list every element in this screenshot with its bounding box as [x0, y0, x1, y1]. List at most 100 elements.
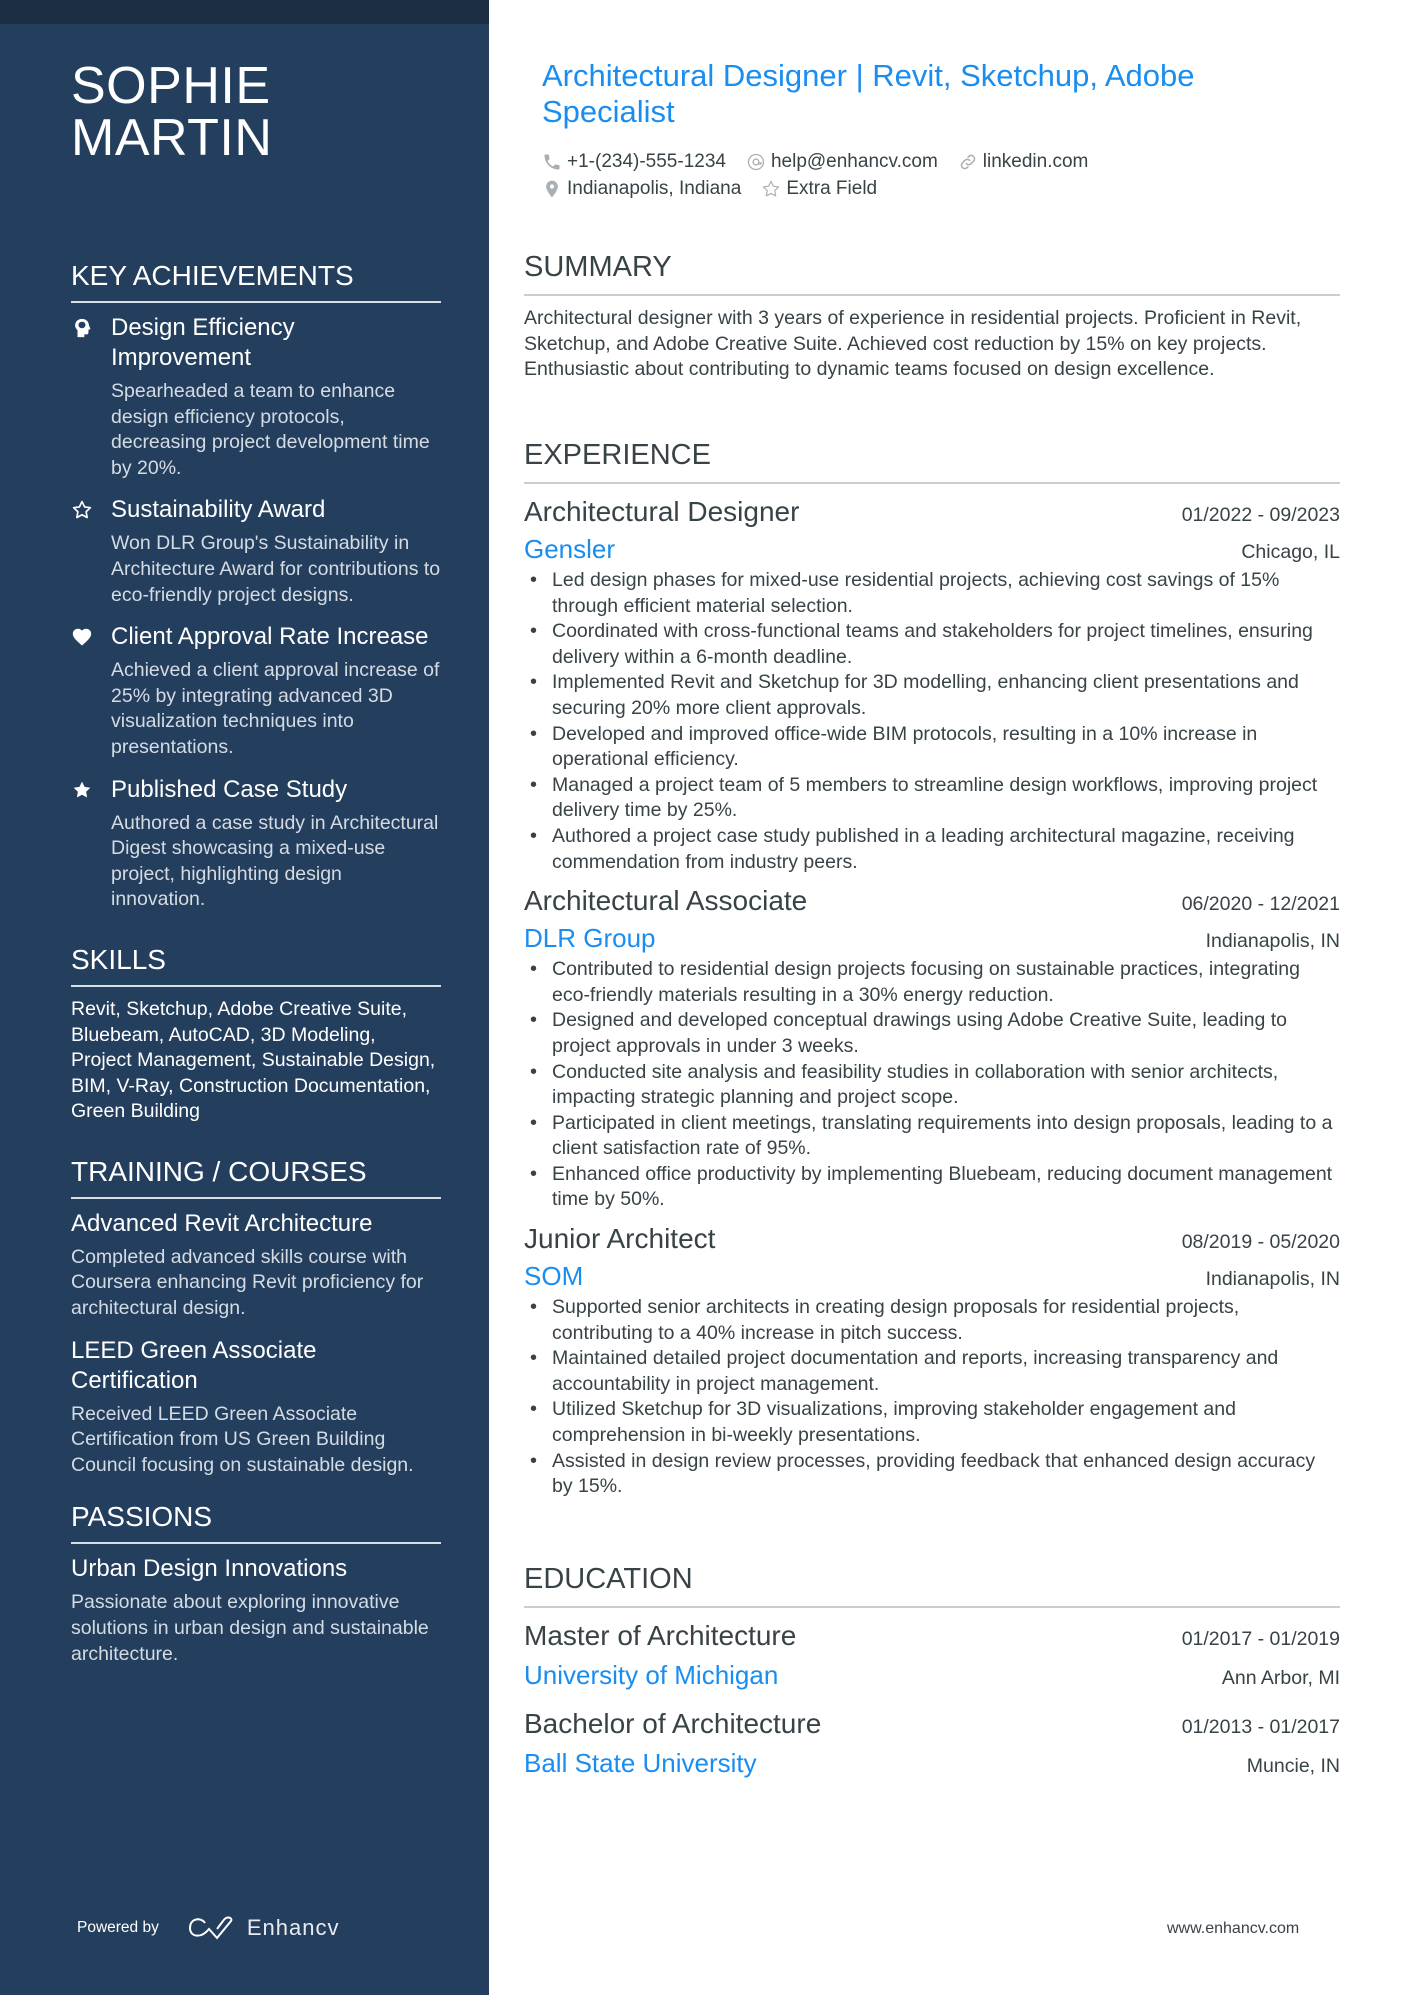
- job-title: Architectural Designer: [524, 496, 800, 527]
- brain-head-icon: [71, 313, 111, 481]
- phone-text: +1-(234)-555-1234: [567, 151, 726, 172]
- edu-location: Ann Arbor, MI: [1221, 1667, 1340, 1689]
- job-title: Architectural Associate: [524, 885, 808, 917]
- skills-section: SKILLS Revit, Sketchup, Adobe Creative S…: [71, 943, 441, 1125]
- key-achievements-section: KEY ACHIEVEMENTS Design Efficiency Impro…: [71, 259, 441, 913]
- job-bullet: Managed a project team of 5 members to s…: [524, 773, 1340, 824]
- training-heading: TRAINING / COURSES: [71, 1155, 441, 1199]
- contact-location: Indianapolis, Indiana: [542, 175, 741, 202]
- job-bullet: Conducted site analysis and feasibility …: [524, 1060, 1340, 1111]
- job-entry: Junior Architect 08/2019 - 05/2020 SOM I…: [524, 1221, 1340, 1500]
- star-outline-icon: [71, 495, 111, 608]
- job-entry: Architectural Associate 06/2020 - 12/202…: [524, 883, 1340, 1213]
- location-text: Indianapolis, Indiana: [567, 178, 742, 199]
- achievement-description: Achieved a client approval increase of 2…: [111, 659, 440, 758]
- link-text: linkedin.com: [982, 151, 1089, 172]
- job-company: DLR Group: [524, 923, 656, 954]
- enhancv-brand[interactable]: Enhancv: [247, 1915, 340, 1941]
- job-bullet: Authored a project case study published …: [524, 824, 1340, 875]
- education-section: EDUCATION Master of Architecture 01/2017…: [524, 1562, 1340, 1794]
- edu-degree: Bachelor of Architecture: [524, 1708, 822, 1739]
- edu-school: University of Michigan: [524, 1660, 779, 1690]
- headline: Architectural Designer | Revit, Sketchup…: [542, 58, 1195, 129]
- achievement-title: Design Efficiency Improvement: [111, 314, 295, 371]
- course-description: Completed advanced skills course with Co…: [71, 1245, 424, 1320]
- job-location: Chicago, IL: [1241, 541, 1340, 563]
- job-bullet: Participated in client meetings, transla…: [524, 1111, 1340, 1162]
- top-strip: [0, 0, 489, 24]
- edu-location: Muncie, IN: [1246, 1755, 1340, 1777]
- achievement-title: Sustainability Award: [111, 496, 326, 524]
- course-title: LEED Green Associate Certification: [71, 1336, 317, 1394]
- contact-info: +1-(234)-555-1234 help@enhancv.com linke…: [542, 148, 1342, 202]
- heart-icon: [71, 622, 111, 760]
- achievement-item: Sustainability Award Won DLR Group's Sus…: [71, 495, 441, 608]
- job-company: Gensler: [524, 534, 616, 564]
- phone-icon: [544, 154, 560, 169]
- achievement-item: Client Approval Rate Increase Achieved a…: [71, 622, 441, 760]
- contact-extra: Extra Field: [761, 175, 877, 202]
- job-title: Junior Architect: [524, 1223, 716, 1255]
- summary-text: Architectural designer with 3 years of e…: [524, 307, 1302, 381]
- job-bullets: Contributed to residential design projec…: [524, 957, 1340, 1213]
- sidebar: SOPHIE MARTIN KEY ACHIEVEMENTS Design Ef…: [0, 0, 489, 1995]
- contact-phone[interactable]: +1-(234)-555-1234: [542, 148, 726, 175]
- star-filled-icon: [71, 775, 111, 913]
- job-bullet: Supported senior architects in creating …: [524, 1295, 1340, 1346]
- passion-description: Passionate about exploring innovative so…: [71, 1591, 429, 1665]
- contact-row: Indianapolis, Indiana Extra Field: [542, 175, 1342, 202]
- edu-school: Ball State University: [524, 1748, 757, 1778]
- extra-text: Extra Field: [786, 178, 878, 199]
- contact-email[interactable]: help@enhancv.com: [746, 148, 938, 175]
- job-dates: 06/2020 - 12/2021: [1181, 893, 1340, 916]
- training-section: TRAINING / COURSES Advanced Revit Archit…: [71, 1155, 441, 1479]
- job-bullets: Led design phases for mixed-use resident…: [524, 568, 1340, 875]
- sidebar-content: SOPHIE MARTIN KEY ACHIEVEMENTS Design Ef…: [71, 60, 441, 1681]
- experience-heading: EXPERIENCE: [524, 438, 1340, 484]
- job-bullet: Utilized Sketchup for 3D visualizations,…: [524, 1397, 1340, 1448]
- edu-degree: Master of Architecture: [524, 1620, 797, 1651]
- passion-item: Urban Design Innovations Passionate abou…: [71, 1554, 441, 1667]
- email-text: help@enhancv.com: [770, 151, 938, 172]
- star-outline-icon: [763, 180, 780, 196]
- achievement-title: Published Case Study: [111, 775, 348, 803]
- job-bullet: Designed and developed conceptual drawin…: [524, 1008, 1340, 1059]
- education-heading: EDUCATION: [524, 1562, 1340, 1608]
- skills-heading: SKILLS: [71, 943, 441, 987]
- job-bullet: Maintained detailed project documentatio…: [524, 1346, 1340, 1397]
- summary-section: SUMMARY Architectural designer with 3 ye…: [524, 250, 1340, 383]
- job-location: Indianapolis, IN: [1205, 930, 1340, 953]
- edu-dates: 01/2013 - 01/2017: [1181, 1716, 1340, 1738]
- footer-url[interactable]: www.enhancv.com: [1167, 1920, 1299, 1938]
- enhancv-logo-icon: [188, 1916, 233, 1940]
- job-bullets: Supported senior architects in creating …: [524, 1295, 1340, 1500]
- job-bullet: Implemented Revit and Sketchup for 3D mo…: [524, 670, 1340, 721]
- name-last: MARTIN: [71, 109, 273, 167]
- passion-title: Urban Design Innovations: [71, 1555, 348, 1583]
- at-sign-icon: [747, 153, 765, 170]
- passions-heading: PASSIONS: [71, 1500, 441, 1545]
- achievement-description: Spearheaded a team to enhance design eff…: [111, 380, 430, 479]
- name-first: SOPHIE: [71, 57, 271, 115]
- powered-by-label: Powered by: [77, 1919, 159, 1936]
- key-achievements-heading: KEY ACHIEVEMENTS: [71, 259, 441, 303]
- job-entry: Architectural Designer 01/2022 - 09/2023…: [524, 494, 1340, 875]
- achievement-item: Design Efficiency Improvement Spearheade…: [71, 313, 441, 481]
- education-entry: Master of Architecture 01/2017 - 01/2019…: [524, 1618, 1340, 1692]
- achievement-description: Authored a case study in Architectural D…: [111, 811, 439, 911]
- job-bullet: Assisted in design review processes, pro…: [524, 1449, 1340, 1500]
- contact-link[interactable]: linkedin.com: [958, 148, 1089, 175]
- job-location: Indianapolis, IN: [1205, 1268, 1340, 1291]
- job-bullet: Coordinated with cross-functional teams …: [524, 619, 1340, 670]
- job-company: SOM: [524, 1261, 584, 1292]
- summary-heading: SUMMARY: [524, 250, 1340, 296]
- edu-dates: 01/2017 - 01/2019: [1181, 1628, 1340, 1650]
- location-pin-icon: [546, 180, 558, 197]
- course-item: LEED Green Associate Certification Recei…: [71, 1336, 441, 1479]
- powered-by: Powered by Enhancv: [77, 1915, 339, 1941]
- course-description: Received LEED Green Associate Certificat…: [71, 1402, 414, 1476]
- experience-section: EXPERIENCE Architectural Designer 01/202…: [524, 438, 1340, 1508]
- course-item: Advanced Revit Architecture Completed ad…: [71, 1209, 441, 1322]
- achievement-title: Client Approval Rate Increase: [111, 623, 429, 651]
- job-bullet: Enhanced office productivity by implemen…: [524, 1162, 1340, 1213]
